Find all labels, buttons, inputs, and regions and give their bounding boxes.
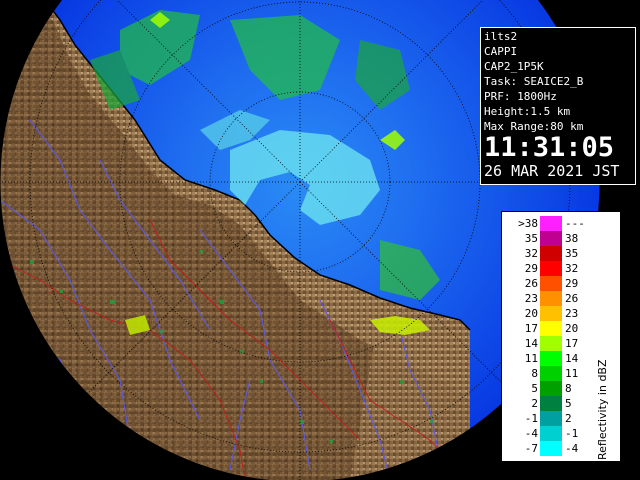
legend-upper-bound: --- — [565, 217, 585, 230]
legend-row: 35 38 — [502, 231, 612, 246]
product-id: CAP2_1P5K — [484, 60, 544, 73]
legend-lower-bound: 26 — [524, 277, 538, 290]
legend-upper-bound: 14 — [565, 352, 579, 365]
legend-lower-bound: 23 — [524, 292, 538, 305]
height-value: Height:1.5 km — [484, 105, 571, 118]
legend-upper-bound: 23 — [565, 307, 579, 320]
legend-lower-bound: 5 — [531, 382, 538, 395]
legend-upper-bound: -1 — [565, 427, 579, 440]
legend-upper-bound: 17 — [565, 337, 579, 350]
legend-upper-bound: 2 — [565, 412, 572, 425]
legend-color-swatch — [540, 216, 562, 231]
legend-upper-bound: -4 — [565, 442, 579, 455]
legend-color-swatch — [540, 321, 562, 336]
legend-color-swatch — [540, 276, 562, 291]
legend-lower-bound: 2 — [531, 397, 538, 410]
legend-upper-bound: 11 — [565, 367, 579, 380]
legend-color-swatch — [540, 441, 562, 456]
legend-lower-bound: 20 — [524, 307, 538, 320]
station-name: ilts2 — [484, 30, 518, 43]
legend-row: 32 35 — [502, 246, 612, 261]
legend-upper-bound: 26 — [565, 292, 579, 305]
legend-color-swatch — [540, 396, 562, 411]
legend-upper-bound: 20 — [565, 322, 579, 335]
legend-lower-bound: 35 — [524, 232, 538, 245]
legend-upper-bound: 38 — [565, 232, 579, 245]
product-name: CAPPI — [484, 45, 518, 58]
legend-lower-bound: 32 — [524, 247, 538, 260]
legend-color-swatch — [540, 366, 562, 381]
legend-row: 26 29 — [502, 276, 612, 291]
legend-lower-bound: 11 — [524, 352, 538, 365]
legend-color-swatch — [540, 291, 562, 306]
legend-color-swatch — [540, 261, 562, 276]
legend-row: 17 20 — [502, 321, 612, 336]
task-name: Task: SEAICE2_B — [484, 75, 584, 88]
legend-color-swatch — [540, 426, 562, 441]
legend-lower-bound: 8 — [531, 367, 538, 380]
legend-color-swatch — [540, 411, 562, 426]
legend-lower-bound: 29 — [524, 262, 538, 275]
observation-time: 11:31:05 — [484, 132, 615, 163]
legend-upper-bound: 35 — [565, 247, 579, 260]
legend-row: 20 23 — [502, 306, 612, 321]
legend-color-swatch — [540, 351, 562, 366]
legend-lower-bound: 14 — [524, 337, 538, 350]
legend-upper-bound: 29 — [565, 277, 579, 290]
legend-color-swatch — [540, 336, 562, 351]
observation-date: 26 MAR 2021 JST — [484, 162, 620, 180]
legend-color-swatch — [540, 381, 562, 396]
legend-upper-bound: 32 — [565, 262, 579, 275]
legend-color-swatch — [540, 246, 562, 261]
legend-lower-bound: 17 — [524, 322, 538, 335]
legend-color-swatch — [540, 231, 562, 246]
legend-color-swatch — [540, 306, 562, 321]
legend-row: 14 17 — [502, 336, 612, 351]
radar-info-panel: ilts2 CAPPI CAP2_1P5K Task: SEAICE2_B PR… — [480, 27, 636, 185]
reflectivity-legend: >38 --- 35 38 32 35 29 32 26 29 23 26 20 23 17 20 14 17 11… — [501, 211, 621, 462]
legend-title: Reflectivity in dBZ — [596, 359, 609, 460]
legend-row: 29 32 — [502, 261, 612, 276]
legend-lower-bound: -7 — [524, 442, 538, 455]
prf-value: PRF: 1800Hz — [484, 90, 557, 103]
legend-row: >38 --- — [502, 216, 612, 231]
legend-lower-bound: -1 — [524, 412, 538, 425]
legend-upper-bound: 5 — [565, 397, 572, 410]
legend-row: 23 26 — [502, 291, 612, 306]
legend-lower-bound: >38 — [518, 217, 538, 230]
legend-lower-bound: -4 — [524, 427, 538, 440]
legend-upper-bound: 8 — [565, 382, 572, 395]
